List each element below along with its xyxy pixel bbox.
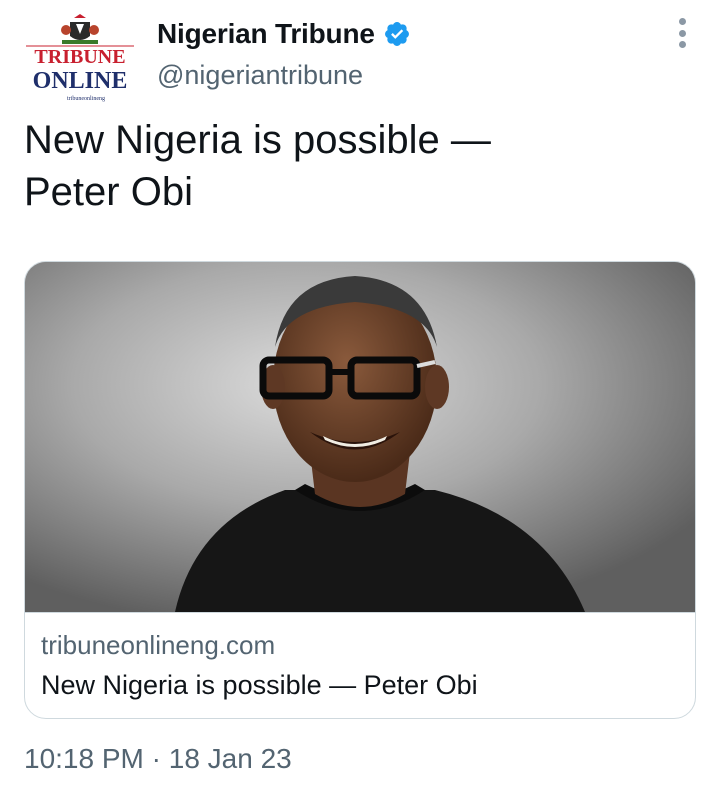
display-name[interactable]: Nigerian Tribune — [157, 18, 375, 50]
logo-small: tribuneonlineng — [67, 96, 105, 102]
tweet-date[interactable]: 18 Jan 23 — [169, 743, 292, 774]
portrait-image — [25, 262, 695, 612]
tribune-logo-icon: TRIBUNE ONLINE tribuneonlineng — [26, 14, 134, 102]
card-title: New Nigeria is possible — Peter Obi — [41, 670, 478, 700]
card-image — [25, 262, 695, 613]
logo-line2: ONLINE — [33, 68, 128, 94]
tweet: TRIBUNE ONLINE tribuneonlineng Nigerian … — [0, 0, 720, 796]
verified-badge-icon — [384, 22, 409, 46]
logo-line1: TRIBUNE — [34, 46, 125, 68]
timestamp[interactable]: 10:18 PM · 18 Jan 23 — [24, 743, 292, 775]
dot — [678, 18, 686, 25]
link-card[interactable]: tribuneonlineng.com New Nigeria is possi… — [24, 261, 696, 719]
card-domain: tribuneonlineng.com — [41, 630, 276, 660]
separator: · — [151, 743, 161, 774]
dot — [678, 29, 686, 37]
avatar[interactable]: TRIBUNE ONLINE tribuneonlineng — [24, 14, 136, 106]
handle[interactable]: @nigeriantribune — [157, 60, 363, 91]
dot — [678, 41, 686, 48]
more-options-icon[interactable] — [676, 18, 688, 48]
tweet-text: New Nigeria is possible — Peter Obi — [24, 118, 491, 214]
display-name-row[interactable]: Nigerian Tribune — [157, 14, 411, 54]
tweet-time[interactable]: 10:18 PM — [24, 743, 144, 774]
